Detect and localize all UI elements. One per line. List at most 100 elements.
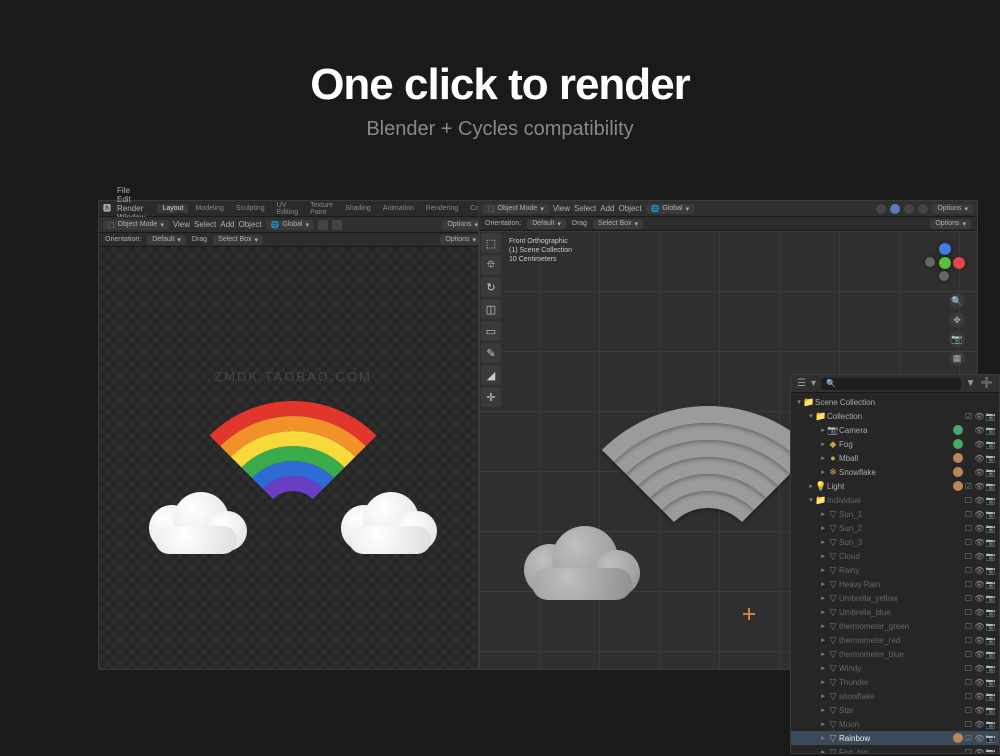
exclude-toggle[interactable]: ☐ [963,552,974,561]
exclude-toggle[interactable]: ☐ [963,692,974,701]
disclosure-icon[interactable]: ▸ [819,510,827,518]
render-toggle[interactable]: 📷 [985,748,996,754]
tool-4[interactable]: ▭ [481,321,501,341]
visibility-toggle[interactable]: 👁 [974,440,985,449]
render-toggle[interactable]: 📷 [985,566,996,575]
tab-rendering[interactable]: Rendering [421,204,463,213]
disclosure-icon[interactable]: ▸ [819,608,827,616]
visibility-toggle[interactable]: 👁 [974,636,985,645]
visibility-toggle[interactable]: 👁 [974,468,985,477]
visibility-toggle[interactable]: 👁 [974,426,985,435]
outliner-editor-icon[interactable]: ☰ [797,378,806,389]
visibility-toggle[interactable]: 👁 [974,580,985,589]
outliner-row-windy[interactable]: ▸▽Windy☐👁📷 [791,661,999,675]
menu-select[interactable]: Select [194,220,216,229]
visibility-toggle[interactable]: 👁 [974,692,985,701]
outliner-row-umbrella-yellow[interactable]: ▸▽Umbrella_yellow☐👁📷 [791,591,999,605]
render-toggle[interactable]: 📷 [985,412,996,421]
options-dropdown[interactable]: Options▾ [442,220,483,230]
options-dropdown-2[interactable]: Options▾ [440,235,481,245]
visibility-toggle[interactable]: 👁 [974,748,985,754]
tab-texture-paint[interactable]: Texture Paint [305,201,338,217]
tab-shading[interactable]: Shading [340,204,376,213]
shading-material-icon[interactable] [904,204,914,214]
outliner-row-fog-big[interactable]: ▸▽Fog_big☐👁📷 [791,745,999,753]
mode-selector[interactable]: ⬚Object Mode▾ [483,204,549,214]
outliner-row-rainy[interactable]: ▸▽Rainy☐👁📷 [791,563,999,577]
tool-5[interactable]: ✎ [481,343,501,363]
disclosure-icon[interactable]: ▾ [795,398,803,406]
disclosure-icon[interactable]: ▸ [819,454,827,462]
menu-file[interactable]: File [117,186,130,195]
disclosure-icon[interactable]: ▸ [819,426,827,434]
exclude-toggle[interactable]: ☐ [963,566,974,575]
outliner-row-umbrella-blue[interactable]: ▸▽Umbrella_blue☐👁📷 [791,605,999,619]
exclude-toggle[interactable]: ☐ [963,678,974,687]
tool-6[interactable]: ◢ [481,365,501,385]
exclude-toggle[interactable]: ☐ [963,594,974,603]
outliner-row-cloud[interactable]: ▸▽Cloud☐👁📷 [791,549,999,563]
exclude-toggle[interactable]: ☐ [963,608,974,617]
new-collection-icon[interactable]: ➕ [981,378,993,389]
exclude-toggle[interactable]: ☐ [963,664,974,673]
axis-y-icon[interactable] [939,257,951,269]
disclosure-icon[interactable]: ▸ [819,468,827,476]
outliner-row-moon[interactable]: ▸▽Moon☐👁📷 [791,717,999,731]
visibility-toggle[interactable]: 👁 [974,720,985,729]
disclosure-icon[interactable]: ▸ [819,594,827,602]
disclosure-icon[interactable]: ▸ [819,706,827,714]
render-toggle[interactable]: 📷 [985,552,996,561]
disclosure-icon[interactable]: ▸ [819,692,827,700]
exclude-toggle[interactable]: ☐ [963,580,974,589]
menu-render[interactable]: Render [117,204,143,213]
outliner-row-snowflake[interactable]: ▸❄Snowflake👁📷 [791,465,999,479]
tab-sculpting[interactable]: Sculpting [231,204,270,213]
visibility-toggle[interactable]: 👁 [974,552,985,561]
filter-icon[interactable]: ▼ [966,378,976,389]
proportional-toggle[interactable] [332,220,342,230]
navicon-1[interactable]: ✥ [949,312,965,328]
navigation-gizmo[interactable] [923,241,967,285]
exclude-toggle[interactable]: ☐ [963,496,974,505]
exclude-toggle[interactable]: ☐ [963,622,974,631]
menu-object[interactable]: Object [619,204,642,213]
navicon-3[interactable]: ▦ [949,350,965,366]
menu-select[interactable]: Select [574,204,596,213]
shading-solid-icon[interactable] [890,204,900,214]
disclosure-icon[interactable]: ▸ [819,538,827,546]
outliner-row-collection[interactable]: ▾📁Collection☑👁📷 [791,409,999,423]
visibility-toggle[interactable]: 👁 [974,706,985,715]
shading-wireframe-icon[interactable] [876,204,886,214]
visibility-toggle[interactable]: 👁 [974,538,985,547]
disclosure-icon[interactable]: ▸ [819,622,827,630]
exclude-toggle[interactable]: ☐ [963,720,974,729]
exclude-toggle[interactable]: ☑ [963,412,974,421]
outliner-row-rainbow[interactable]: ▸▽Rainbow☑👁📷 [791,731,999,745]
disclosure-icon[interactable]: ▾ [807,412,815,420]
disclosure-icon[interactable]: ▸ [819,552,827,560]
render-toggle[interactable]: 📷 [985,594,996,603]
visibility-toggle[interactable]: 👁 [974,496,985,505]
visibility-toggle[interactable]: 👁 [974,524,985,533]
disclosure-icon[interactable]: ▸ [819,650,827,658]
orientation-global[interactable]: 🌐Global▾ [266,220,314,230]
axis-neg2-icon[interactable] [939,271,949,281]
menu-edit[interactable]: Edit [117,195,131,204]
render-toggle[interactable]: 📷 [985,706,996,715]
mode-selector[interactable]: ⬚Object Mode▾ [103,220,169,230]
exclude-toggle[interactable]: ☐ [963,636,974,645]
render-toggle[interactable]: 📷 [985,524,996,533]
disclosure-icon[interactable]: ▸ [819,664,827,672]
render-toggle[interactable]: 📷 [985,468,996,477]
render-toggle[interactable]: 📷 [985,734,996,743]
render-toggle[interactable]: 📷 [985,538,996,547]
orientation-global[interactable]: 🌐Global▾ [646,204,694,214]
outliner-row-mball[interactable]: ▸●Mball👁📷 [791,451,999,465]
render-toggle[interactable]: 📷 [985,454,996,463]
display-mode-icon[interactable]: ▾ [811,378,816,389]
menu-view[interactable]: View [553,204,570,213]
outliner-row-individual[interactable]: ▾📁Individual☐👁📷 [791,493,999,507]
exclude-toggle[interactable]: ☐ [963,650,974,659]
disclosure-icon[interactable]: ▸ [819,720,827,728]
menu-object[interactable]: Object [239,220,262,229]
